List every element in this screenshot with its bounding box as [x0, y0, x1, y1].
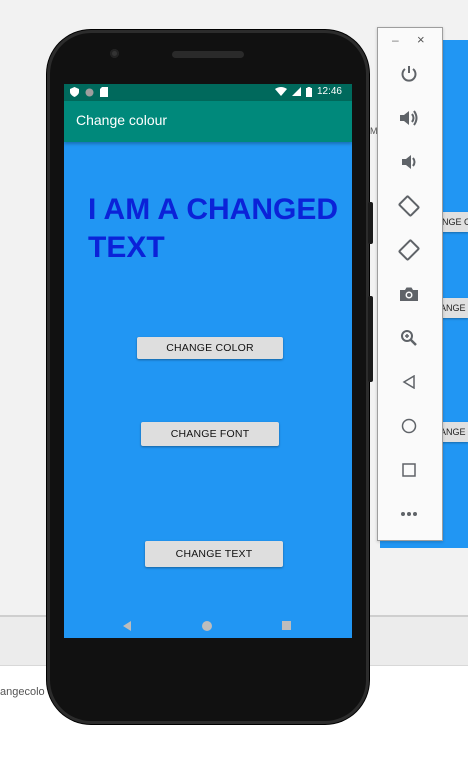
change-text-button[interactable]: CHANGE TEXT — [145, 541, 283, 567]
battery-icon — [305, 86, 312, 97]
home-icon[interactable] — [395, 413, 423, 439]
speaker-grille — [172, 51, 244, 58]
change-color-button[interactable]: CHANGE COLOR — [137, 337, 283, 359]
volume-side-button[interactable] — [368, 296, 373, 382]
camera-icon[interactable] — [395, 281, 423, 307]
power-icon[interactable] — [395, 61, 423, 87]
rotate-left-icon[interactable] — [395, 193, 423, 219]
back-icon[interactable] — [395, 369, 423, 395]
change-font-button[interactable]: CHANGE FONT — [141, 422, 279, 446]
app-screen: 12:46 Change colour I AM A CHANGED TEXT … — [64, 84, 352, 638]
volume-up-icon[interactable] — [395, 105, 423, 131]
emulator-toolbar: – × — [377, 27, 443, 541]
status-bar: 12:46 — [64, 84, 352, 101]
app-title: Change colour — [76, 112, 168, 128]
nav-back-icon[interactable] — [123, 621, 131, 631]
background-button: ANGE T — [440, 422, 468, 442]
signal-icon — [291, 87, 301, 96]
volume-down-icon[interactable] — [395, 149, 423, 175]
close-button[interactable]: × — [417, 32, 425, 47]
rotate-right-icon[interactable] — [395, 237, 423, 263]
app-bar: Change colour — [64, 101, 352, 142]
navigation-bar — [64, 608, 352, 646]
status-time: 12:46 — [316, 86, 342, 97]
ide-tab-label: angecolo — [0, 686, 45, 698]
nav-home-icon[interactable] — [202, 621, 212, 631]
nav-recents-icon[interactable] — [282, 621, 291, 630]
minimize-button[interactable]: – — [392, 33, 399, 47]
sd-card-icon — [100, 87, 108, 97]
circle-icon — [85, 88, 94, 97]
front-camera — [110, 49, 119, 58]
wifi-icon — [274, 87, 287, 96]
background-button: ANGE FO — [440, 298, 468, 318]
background-button: NGE CO — [442, 212, 468, 232]
power-side-button[interactable] — [368, 202, 373, 244]
more-icon[interactable] — [395, 501, 423, 527]
shield-icon — [70, 87, 79, 97]
zoom-icon[interactable] — [395, 325, 423, 351]
changed-text: I AM A CHANGED TEXT — [88, 193, 338, 264]
overview-icon[interactable] — [395, 457, 423, 483]
